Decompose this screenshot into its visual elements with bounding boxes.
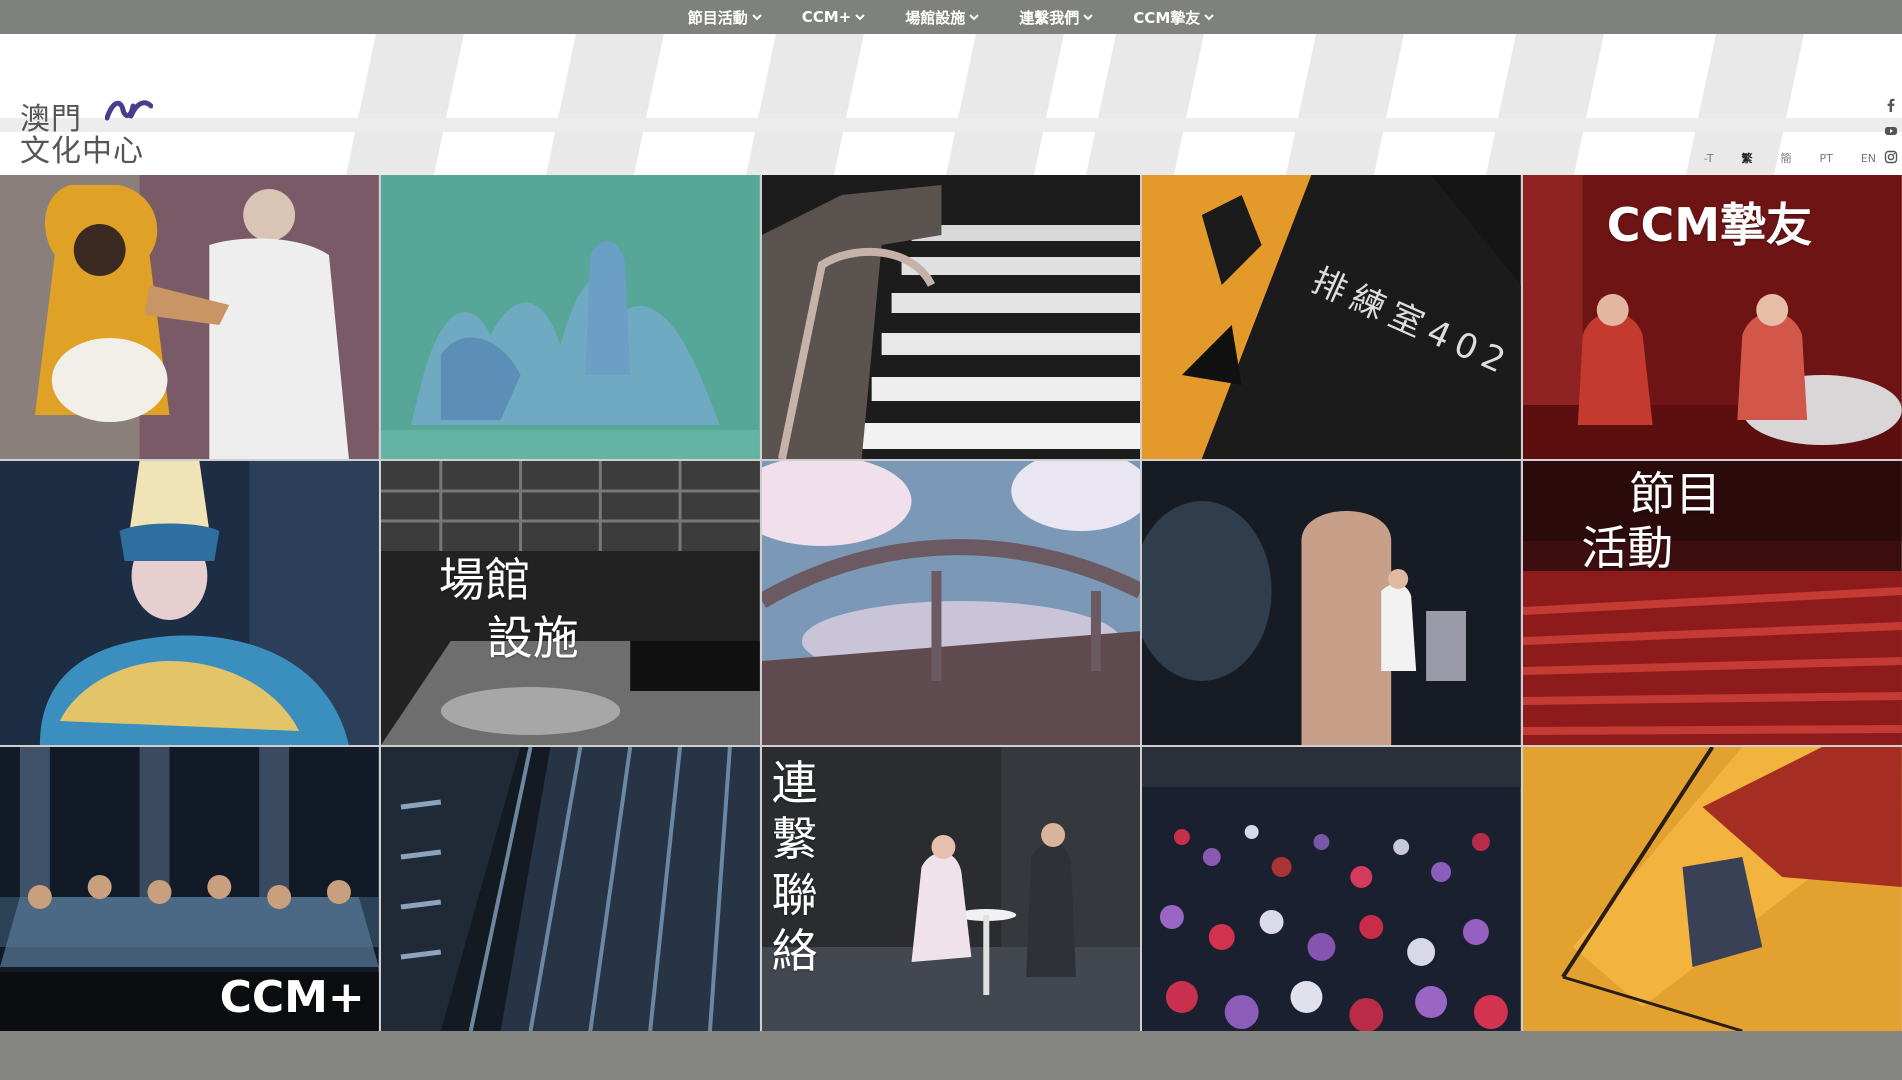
lang-english[interactable]: EN xyxy=(1861,152,1876,165)
nav-item-label: CCM+ xyxy=(801,8,852,26)
chevron-down-icon xyxy=(1204,14,1214,21)
tile-label-events: 節目 活動 xyxy=(1581,467,1721,575)
nav-item-friends[interactable]: CCM摯友 xyxy=(1133,7,1214,28)
tile-label-events-line2: 活動 xyxy=(1581,521,1674,575)
header-decor xyxy=(341,34,467,175)
lang-traditional[interactable]: 繁 xyxy=(1741,150,1752,166)
nav-item-events[interactable]: 節目活動 xyxy=(688,7,762,28)
footer-strip xyxy=(0,1031,1902,1080)
lang-portuguese[interactable]: PT xyxy=(1819,152,1832,165)
tile-label-venues-line1: 場館 xyxy=(438,553,531,607)
tile-opera[interactable] xyxy=(0,461,379,745)
header-decor xyxy=(541,34,667,175)
font-size-toggle[interactable]: -T xyxy=(1704,152,1714,165)
logo-text-line2: 文化中心 xyxy=(20,134,144,169)
tile-drummer[interactable] xyxy=(0,175,379,459)
language-bar: -T 繁 簡 PT EN xyxy=(1704,150,1876,166)
nav-item-label: 節目活動 xyxy=(687,8,748,27)
header-decor xyxy=(941,34,1067,175)
header-decor xyxy=(1481,34,1607,175)
nav-item-venues[interactable]: 場館設施 xyxy=(905,7,979,28)
instagram-icon[interactable] xyxy=(1884,150,1898,164)
social-links xyxy=(1884,98,1898,175)
chevron-down-icon xyxy=(855,14,865,21)
tile-rehearsal-room[interactable]: 排練室402 xyxy=(1142,175,1522,459)
nav-item-label: 場館設施 xyxy=(905,8,966,27)
tile-grid: 排練室402 CCM摯友 場館 設施 節目 活動 CCM+ 連繫聯絡 xyxy=(0,175,1902,1031)
header-decor xyxy=(1281,34,1407,175)
tile-contact[interactable]: 連繫聯絡 xyxy=(761,747,1141,1031)
tile-stairs[interactable] xyxy=(761,175,1141,459)
balls-image xyxy=(1142,747,1522,1031)
header-decor xyxy=(1081,34,1207,175)
tile-label-venues-line2: 設施 xyxy=(486,611,579,665)
tile-balls[interactable] xyxy=(1142,747,1522,1031)
tile-venues[interactable]: 場館 設施 xyxy=(380,461,760,745)
stage-set-image xyxy=(1142,461,1522,745)
tile-label-friends: CCM摯友 xyxy=(1606,198,1812,252)
acoustic-panels-image xyxy=(380,747,760,1031)
lang-simplified[interactable]: 簡 xyxy=(1780,150,1791,166)
tile-acoustic-panels[interactable] xyxy=(380,747,760,1031)
dance-image xyxy=(380,175,760,459)
chevron-down-icon xyxy=(969,14,979,21)
nav-item-label: 連繫我們 xyxy=(1019,8,1080,27)
tile-stage-set[interactable] xyxy=(1142,461,1522,745)
drummer-image xyxy=(0,175,379,459)
tile-label-contact: 連繫聯絡 xyxy=(771,756,818,978)
tile-painting[interactable] xyxy=(1523,747,1902,1031)
logo-mark-icon xyxy=(105,100,153,121)
nav-item-label: CCM摯友 xyxy=(1133,8,1201,27)
tile-dance-teal[interactable] xyxy=(380,175,760,459)
tile-events[interactable]: 節目 活動 xyxy=(1523,461,1902,745)
tile-label-venues: 場館 設施 xyxy=(439,551,579,667)
top-navigation: 節目活動 CCM+ 場館設施 連繫我們 CCM摯友 xyxy=(0,0,1902,34)
tile-ccmplus[interactable]: CCM+ xyxy=(0,747,379,1031)
tile-label-events-line1: 節目 xyxy=(1629,467,1722,521)
painting-image xyxy=(1523,747,1902,1031)
chevron-down-icon xyxy=(752,14,762,21)
tile-ccm-friends[interactable]: CCM摯友 xyxy=(1523,175,1902,459)
sky-image xyxy=(761,461,1141,745)
opera-image xyxy=(0,461,379,745)
site-logo[interactable]: 澳門 文化中心 xyxy=(20,94,170,169)
header-decor xyxy=(741,34,867,175)
chevron-down-icon xyxy=(1083,14,1094,21)
tile-sky[interactable] xyxy=(761,461,1141,745)
nav-item-contact[interactable]: 連繫我們 xyxy=(1019,7,1094,28)
facebook-icon[interactable] xyxy=(1884,98,1898,112)
nav-item-ccmplus[interactable]: CCM+ xyxy=(802,8,866,26)
site-header: 澳門 文化中心 xyxy=(0,34,1902,175)
youtube-icon[interactable] xyxy=(1884,124,1898,138)
stairs-image xyxy=(761,175,1141,459)
tile-label-ccmplus: CCM+ xyxy=(219,972,365,1023)
header-decor-band xyxy=(0,118,1902,132)
